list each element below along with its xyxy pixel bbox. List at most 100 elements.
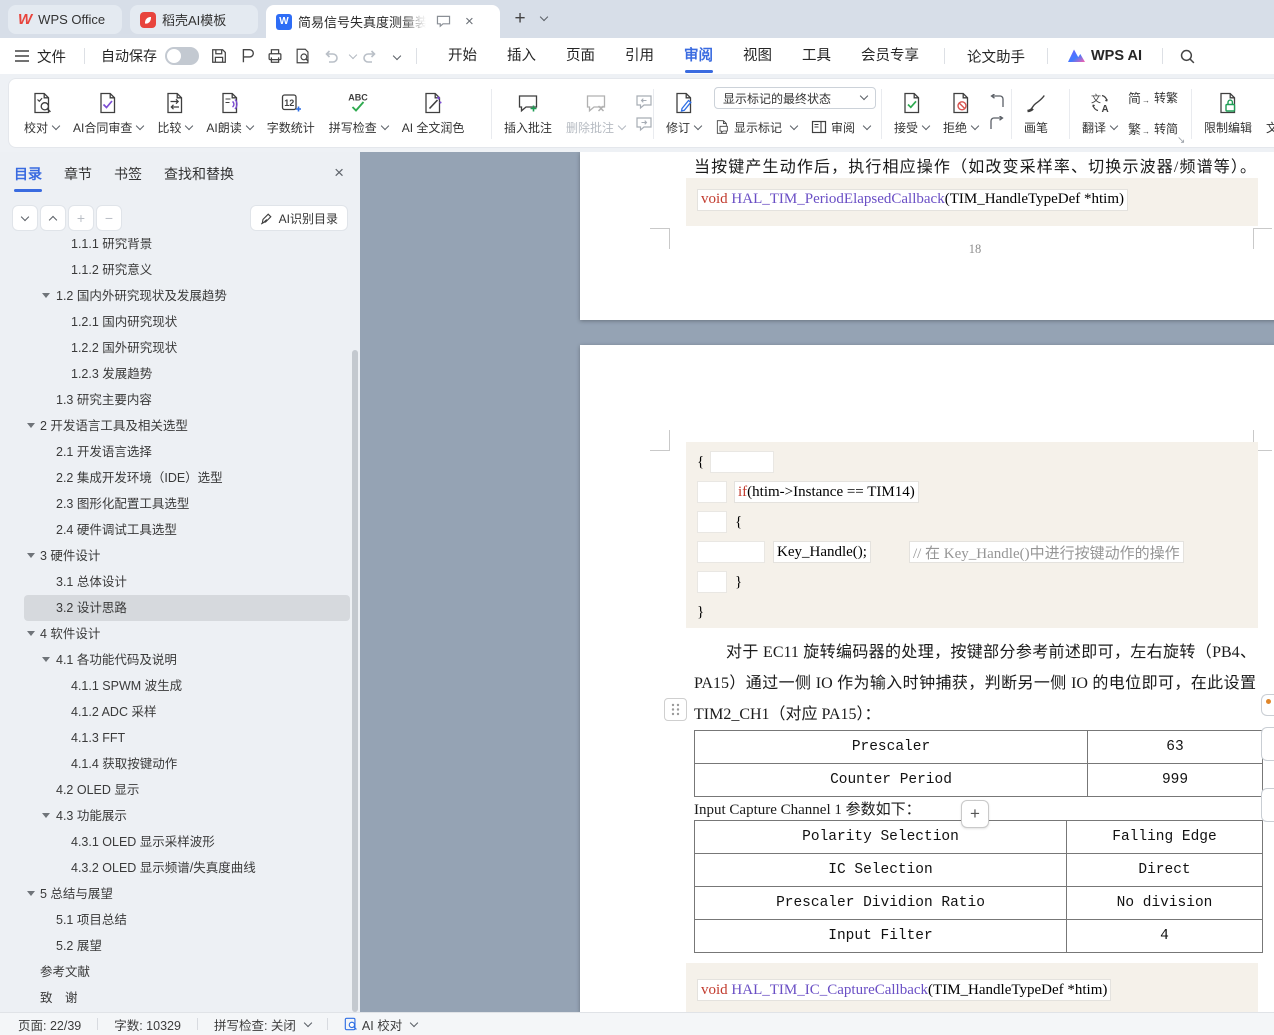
toc-item[interactable]: 5.1 项目总结: [24, 907, 350, 933]
toc-expand-all-button[interactable]: [12, 205, 38, 231]
toc-item[interactable]: 3.2 设计思路: [24, 595, 350, 621]
ai-recognize-toc-button[interactable]: AI识别目录: [250, 205, 348, 231]
paragraph[interactable]: 当按键产生动作后，执行相应操作（如改变采样率、切换示波器/频谱等）。: [694, 153, 1256, 177]
table-param-cell[interactable]: Prescaler Dividion Ratio: [695, 887, 1067, 919]
toc-item[interactable]: 2.1 开发语言选择: [24, 439, 350, 465]
spell-check-button[interactable]: ABC 拼写检查: [322, 83, 395, 143]
ai-polish-button[interactable]: AI 全文润色: [395, 83, 472, 143]
close-tab-icon[interactable]: ×: [465, 14, 474, 29]
toc-item[interactable]: 4.1 各功能代码及说明: [24, 647, 350, 673]
toc-zoom-out-button[interactable]: −: [96, 205, 122, 231]
table-caption[interactable]: Input Capture Channel 1 参数如下：: [694, 798, 921, 819]
table-value-cell[interactable]: 999: [1088, 764, 1262, 796]
wps-ai-button[interactable]: WPS AI: [1058, 48, 1152, 64]
proofread-button[interactable]: 校对: [17, 83, 66, 143]
new-tab-button[interactable]: +: [509, 8, 531, 30]
toc-item[interactable]: 1.2 国内外研究现状及发展趋势: [24, 283, 350, 309]
previous-change-icon[interactable]: [988, 94, 1006, 110]
file-menu-button[interactable]: 文件: [0, 46, 74, 67]
menu-tab-会员专享[interactable]: 会员专享: [846, 38, 934, 74]
toc-item[interactable]: 3 硬件设计: [24, 543, 350, 569]
spell-check-status[interactable]: 拼写检查: 关闭: [210, 1015, 315, 1034]
toc-item[interactable]: 4.1.2 ADC 采样: [24, 699, 350, 725]
menu-tab-引用[interactable]: 引用: [610, 38, 669, 74]
search-button[interactable]: [1173, 43, 1201, 69]
menu-tab-视图[interactable]: 视图: [728, 38, 787, 74]
to-traditional-button[interactable]: 简 → 转繁: [1128, 86, 1178, 110]
comment-bubble-icon[interactable]: [436, 15, 451, 28]
floating-edge-button[interactable]: [1261, 788, 1274, 822]
toc-item[interactable]: 1.2.1 国内研究现状: [24, 309, 350, 335]
ai-contract-review-button[interactable]: AI合同审查: [66, 83, 150, 143]
toc-item[interactable]: 4.1.1 SPWM 波生成: [24, 673, 350, 699]
input-capture-table[interactable]: Polarity SelectionFalling EdgeIC Selecti…: [694, 820, 1263, 953]
autosave-toggle[interactable]: [165, 47, 199, 65]
reject-change-button[interactable]: 拒绝: [936, 83, 985, 143]
next-change-icon[interactable]: [988, 116, 1006, 132]
print-button[interactable]: [261, 43, 289, 69]
print-preview-button[interactable]: [289, 43, 317, 69]
group-expand-icon[interactable]: ↘: [1177, 135, 1185, 146]
document-page-19[interactable]: { if(htim->Instance == TIM14) { Key_Hand…: [580, 345, 1274, 1012]
autosave-control[interactable]: 自动保存: [95, 46, 205, 66]
toc-item[interactable]: 1.1.2 研究意义: [24, 257, 350, 283]
word-count-button[interactable]: 12 字数统计: [260, 83, 322, 143]
translate-button[interactable]: 文A 翻译: [1075, 83, 1124, 143]
code-line[interactable]: }: [697, 567, 1258, 597]
document-permission-button[interactable]: 文档权限: [1259, 83, 1274, 143]
code-block[interactable]: void HAL_TIM_PeriodElapsedCallback(TIM_H…: [686, 178, 1258, 226]
toc-collapse-all-button[interactable]: [40, 205, 66, 231]
accept-change-button[interactable]: 接受: [887, 83, 936, 143]
table-value-cell[interactable]: No division: [1067, 887, 1262, 919]
table-insert-row-button[interactable]: +: [961, 800, 989, 828]
insert-comment-button[interactable]: 插入批注: [497, 83, 559, 143]
code-line[interactable]: {: [697, 507, 1258, 537]
toc-item[interactable]: 4 软件设计: [24, 621, 350, 647]
menu-tab-插入[interactable]: 插入: [492, 38, 551, 74]
document-page-18[interactable]: 当按键产生动作后，执行相应操作（如改变采样率、切换示波器/频谱等）。 void …: [580, 152, 1274, 320]
next-comment-icon[interactable]: [635, 116, 653, 132]
ink-brush-button[interactable]: 画笔: [1017, 83, 1055, 143]
menu-tab-页面[interactable]: 页面: [551, 38, 610, 74]
toc-item[interactable]: 2.2 集成开发环境（IDE）选型: [24, 465, 350, 491]
table-param-cell[interactable]: Polarity Selection: [695, 821, 1067, 853]
code-line[interactable]: {: [697, 447, 1258, 477]
ai-proofread-button[interactable]: AI 校对: [340, 1015, 421, 1034]
menu-tab-工具[interactable]: 工具: [787, 38, 846, 74]
ai-read-aloud-button[interactable]: AI朗读: [199, 83, 259, 143]
timer-parameters-table[interactable]: Prescaler63Counter Period999: [694, 730, 1263, 797]
toc-item[interactable]: 4.3 功能展示: [24, 803, 350, 829]
toc-item[interactable]: 5.2 展望: [24, 933, 350, 959]
sidebar-tab-目录[interactable]: 目录: [14, 160, 42, 192]
tab-wps-office[interactable]: W WPS Office: [8, 5, 122, 34]
redo-button[interactable]: [356, 43, 384, 69]
restrict-editing-button[interactable]: 限制编辑: [1197, 83, 1259, 143]
code-line[interactable]: void HAL_TIM_IC_CaptureCallback(TIM_Hand…: [697, 975, 1258, 1005]
table-value-cell[interactable]: 4: [1067, 920, 1262, 952]
to-simplified-button[interactable]: 繁 → 转简: [1128, 117, 1178, 141]
sidebar-tab-书签[interactable]: 书签: [114, 160, 142, 192]
sidebar-scrollbar[interactable]: [352, 350, 358, 1012]
toc-item[interactable]: 4.2 OLED 显示: [24, 777, 350, 803]
table-param-cell[interactable]: Prescaler: [695, 731, 1088, 763]
tab-template[interactable]: 稻壳AI模板: [130, 5, 258, 34]
toc-collapse-arrow-icon[interactable]: [27, 423, 35, 428]
sidebar-tab-章节[interactable]: 章节: [64, 160, 92, 192]
menu-tab-开始[interactable]: 开始: [433, 38, 492, 74]
floating-edge-button[interactable]: [1261, 694, 1274, 716]
toc-item[interactable]: 5 总结与展望: [24, 881, 350, 907]
page-indicator[interactable]: 页面: 22/39: [14, 1015, 85, 1034]
code-line[interactable]: }: [697, 597, 1258, 627]
tab-list-chevron-icon[interactable]: [540, 13, 548, 21]
table-value-cell[interactable]: Direct: [1067, 854, 1262, 886]
toc-item[interactable]: 1.2.3 发展趋势: [24, 361, 350, 387]
toc-collapse-arrow-icon[interactable]: [27, 553, 35, 558]
table-value-cell[interactable]: Falling Edge: [1067, 821, 1262, 853]
paragraph-drag-handle[interactable]: [664, 698, 687, 721]
table-param-cell[interactable]: Counter Period: [695, 764, 1088, 796]
tab-document-active[interactable]: W 简易信号失真度测量装置的设 ×: [266, 5, 500, 38]
code-line[interactable]: if(htim->Instance == TIM14): [697, 477, 1258, 507]
toc-item[interactable]: 1.3 研究主要内容: [24, 387, 350, 413]
code-line[interactable]: void HAL_TIM_PeriodElapsedCallback(TIM_H…: [697, 189, 1128, 211]
toc-collapse-arrow-icon[interactable]: [42, 657, 50, 662]
